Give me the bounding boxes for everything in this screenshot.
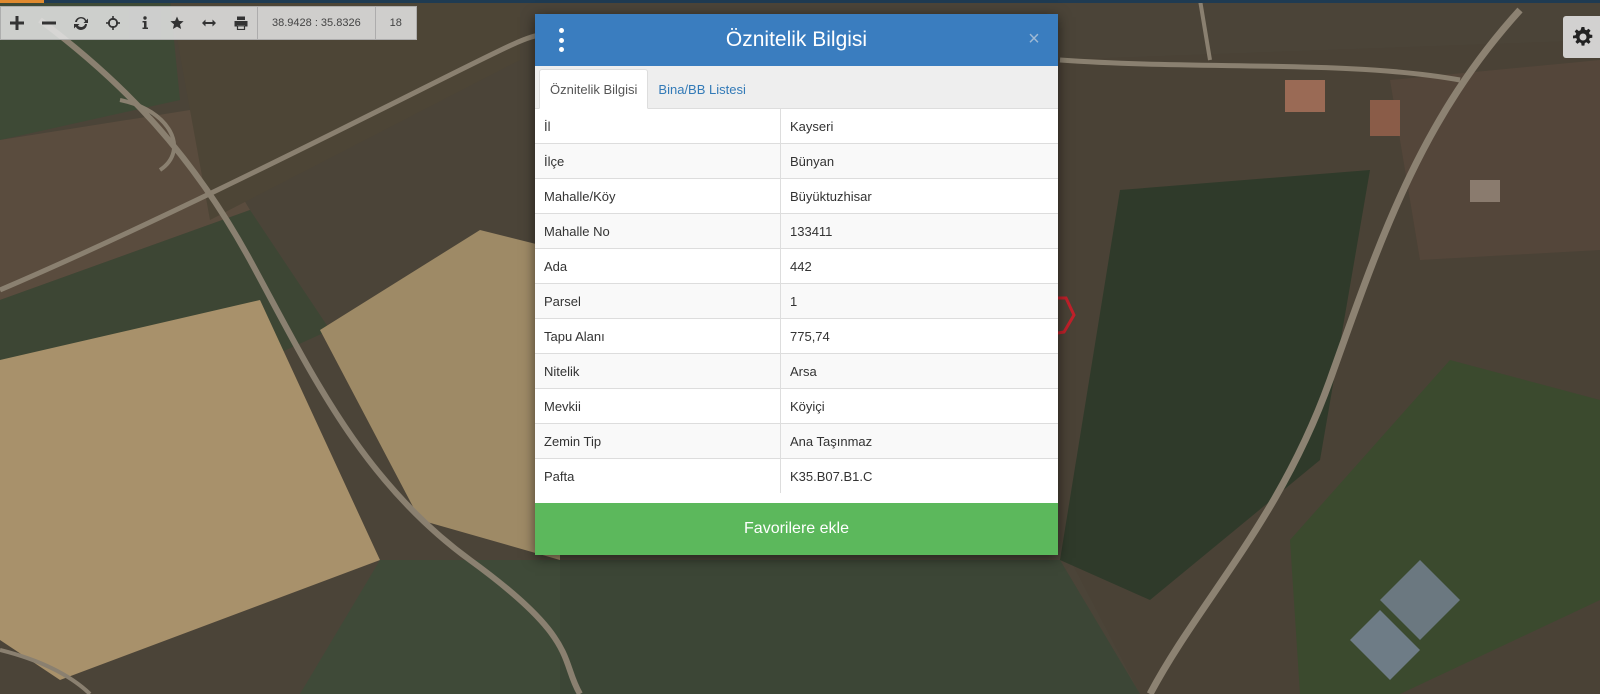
print-button[interactable] (225, 7, 257, 39)
table-row: Parsel 1 (535, 283, 1058, 319)
tab-attribute-info[interactable]: Öznitelik Bilgisi (539, 69, 649, 109)
coordinate-readout: 38.9428 : 35.8326 (257, 7, 375, 39)
settings-button[interactable] (1563, 16, 1600, 58)
attribute-key: Ada (535, 248, 781, 284)
kebab-menu-icon[interactable] (557, 28, 565, 52)
zoom-in-button[interactable] (1, 7, 33, 39)
measure-button[interactable] (193, 7, 225, 39)
refresh-button[interactable] (65, 7, 97, 39)
attribute-value: K35.B07.B1.C (780, 458, 1058, 493)
table-row: İlçe Bünyan (535, 143, 1058, 179)
table-row: Mahalle/Köy Büyüktuzhisar (535, 178, 1058, 214)
tab-building-list[interactable]: Bina/BB Listesi (648, 70, 755, 108)
locate-button[interactable] (97, 7, 129, 39)
table-row: İl Kayseri (535, 109, 1058, 144)
attribute-key: Tapu Alanı (535, 318, 781, 354)
attribute-value: 133411 (780, 213, 1058, 249)
dialog-header: Öznitelik Bilgisi × (535, 14, 1058, 66)
attribute-key: Zemin Tip (535, 423, 781, 459)
top-strip-accent (0, 0, 44, 3)
attribute-key: İlçe (535, 143, 781, 179)
attribute-dialog: Öznitelik Bilgisi × Öznitelik Bilgisi Bin… (535, 14, 1058, 555)
attribute-key: Mahalle No (535, 213, 781, 249)
arrows-horizontal-icon (202, 19, 216, 27)
attribute-value: Büyüktuzhisar (780, 178, 1058, 214)
add-to-favorites-button[interactable]: Favorilere ekle (535, 503, 1058, 555)
table-row: Mevkii Köyiçi (535, 388, 1058, 424)
map-toolbar: 38.9428 : 35.8326 18 (0, 6, 417, 40)
attribute-value: 775,74 (780, 318, 1058, 354)
attribute-table: İl Kayseri İlçe Bünyan Mahalle/Köy Büyüktuzhi… (535, 109, 1058, 493)
table-row: Zemin Tip Ana Taşınmaz (535, 423, 1058, 459)
info-button[interactable] (129, 7, 161, 39)
plus-icon (10, 16, 24, 30)
refresh-icon (74, 16, 88, 30)
close-button[interactable]: × (1022, 26, 1046, 52)
attribute-value: Arsa (780, 353, 1058, 389)
favorites-button[interactable] (161, 7, 193, 39)
attribute-key: Nitelik (535, 353, 781, 389)
attribute-key: Mevkii (535, 388, 781, 424)
table-row: Tapu Alanı 775,74 (535, 318, 1058, 354)
attribute-key: Parsel (535, 283, 781, 319)
info-icon (142, 16, 148, 29)
table-row: Pafta K35.B07.B1.C (535, 458, 1058, 493)
star-icon (170, 16, 184, 29)
table-row: Mahalle No 133411 (535, 213, 1058, 249)
minus-icon (42, 21, 56, 25)
attribute-value: Bünyan (780, 143, 1058, 179)
dialog-title: Öznitelik Bilgisi (725, 28, 868, 51)
zoom-level: 18 (374, 7, 416, 39)
attribute-value: 442 (780, 248, 1058, 284)
attribute-key: Pafta (535, 458, 781, 493)
field (560, 560, 1140, 694)
building (1285, 80, 1325, 112)
top-strip (0, 0, 1600, 3)
building (1370, 100, 1400, 136)
dialog-tabs: Öznitelik Bilgisi Bina/BB Listesi (535, 66, 1058, 109)
table-row: Nitelik Arsa (535, 353, 1058, 389)
attribute-key: Mahalle/Köy (535, 178, 781, 214)
gear-icon (1573, 27, 1593, 46)
attribute-key: İl (535, 109, 781, 144)
attribute-value: Köyiçi (780, 388, 1058, 424)
building (1470, 180, 1500, 202)
zoom-out-button[interactable] (33, 7, 65, 39)
print-icon (234, 16, 248, 30)
table-row: Ada 442 (535, 248, 1058, 284)
attribute-value: Ana Taşınmaz (780, 423, 1058, 459)
attribute-value: 1 (780, 283, 1058, 319)
crosshair-icon (106, 16, 120, 30)
attribute-value: Kayseri (790, 118, 834, 134)
